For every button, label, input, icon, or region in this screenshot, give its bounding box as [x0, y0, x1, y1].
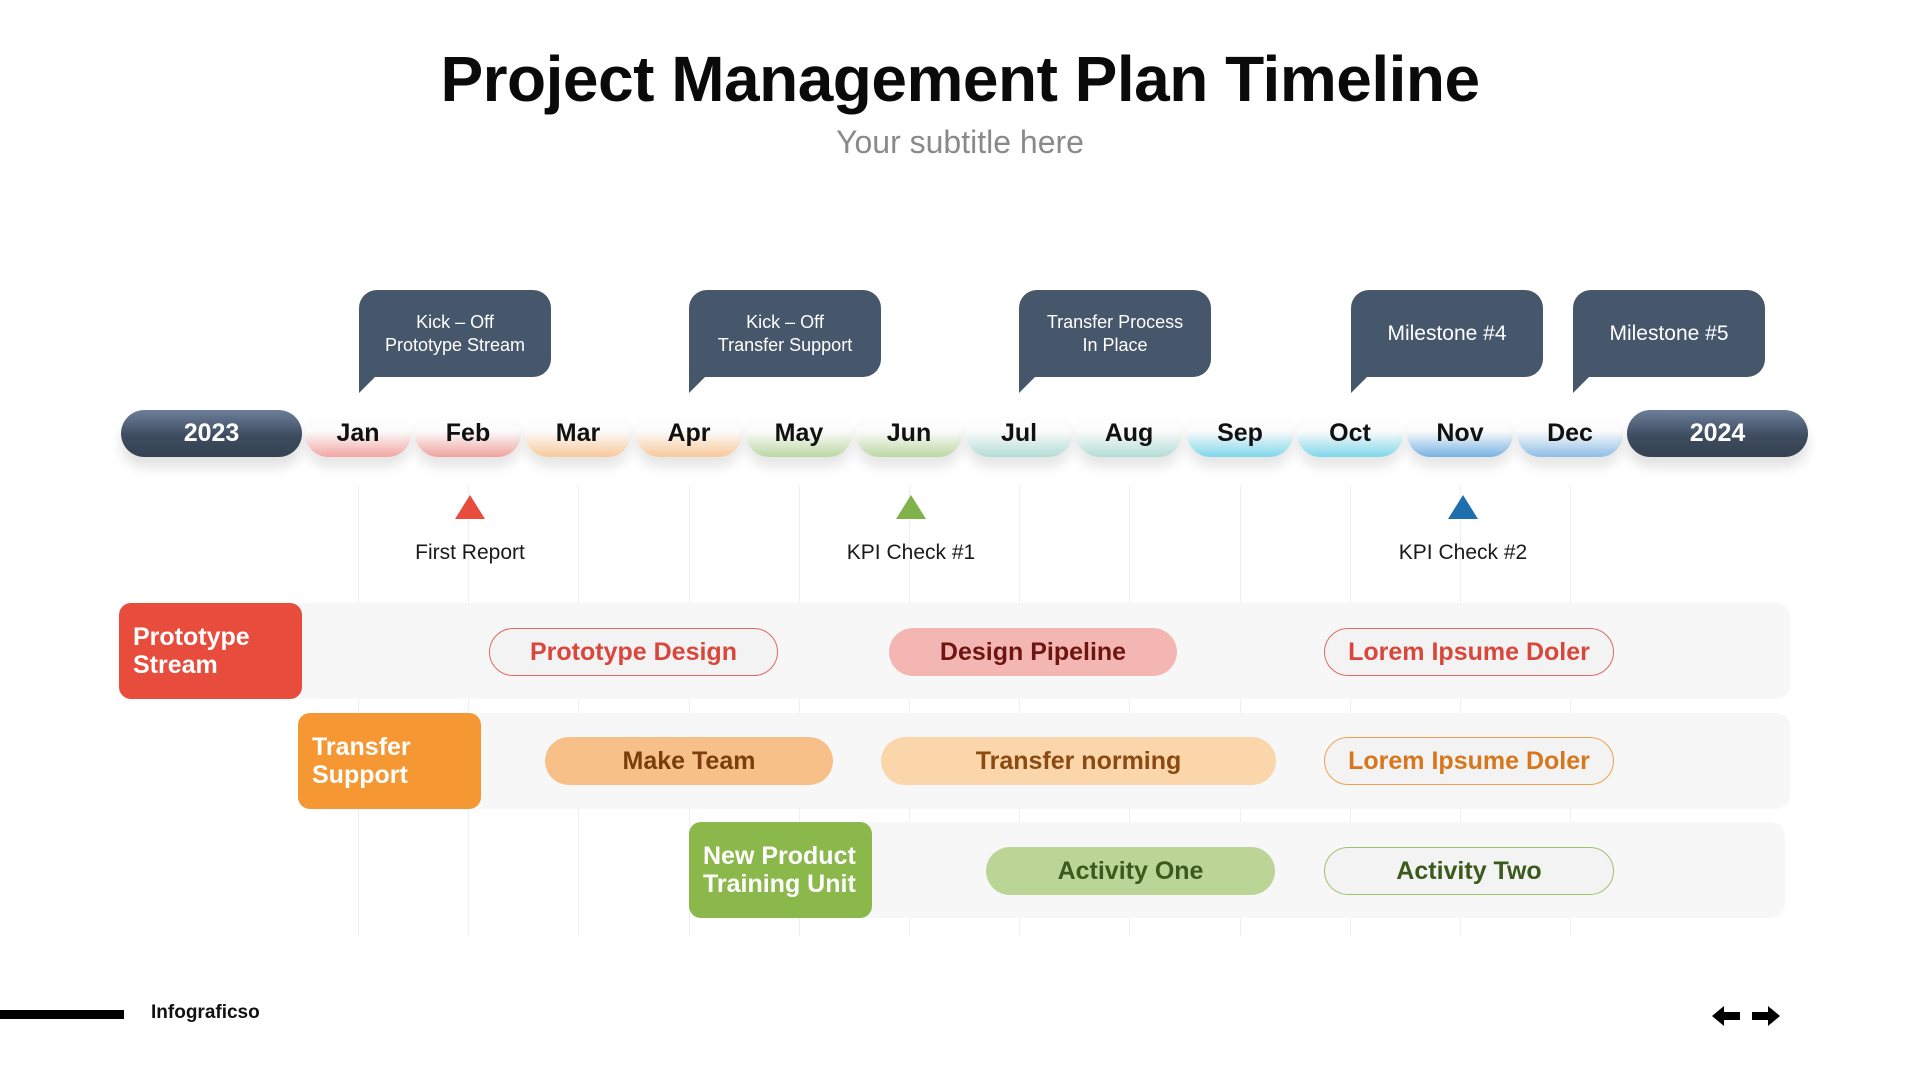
task-pill: Lorem Ipsume Doler — [1324, 737, 1614, 785]
callout-line: Transfer Support — [717, 334, 853, 355]
year-start-pill: 2023 — [121, 410, 302, 457]
month-pill-mar: Mar — [525, 410, 631, 457]
callout-kickoff-transfer: Kick – Off Transfer Support — [689, 290, 881, 393]
month-pill-sep: Sep — [1187, 410, 1293, 457]
callout-line: In Place — [1082, 334, 1148, 355]
callout-line: Kick – Off — [416, 311, 494, 332]
callout-milestone-5: Milestone #5 — [1573, 290, 1765, 393]
callout-transfer-process: Transfer Process In Place — [1019, 290, 1211, 393]
marker-label: First Report — [415, 541, 525, 564]
month-pill-jan: Jan — [305, 410, 411, 457]
callout-milestone-4: Milestone #4 — [1351, 290, 1543, 393]
callout-line: Milestone #5 — [1609, 322, 1729, 345]
year-end-pill: 2024 — [1627, 410, 1808, 457]
month-pill-jun: Jun — [856, 410, 962, 457]
callout-tail — [1573, 377, 1589, 393]
task-pill: Make Team — [545, 737, 833, 785]
stream-label-new-product: New Product Training Unit — [689, 822, 872, 918]
callout-line: Kick – Off — [746, 311, 824, 332]
page-subtitle: Your subtitle here — [836, 124, 1084, 160]
brand-name: Infograficso — [151, 1002, 260, 1023]
callout-line: Milestone #4 — [1387, 322, 1507, 345]
marker-label: KPI Check #1 — [846, 541, 976, 564]
task-pill: Transfer norming — [881, 737, 1276, 785]
callout-kickoff-prototype: Kick – Off Prototype Stream — [359, 290, 551, 393]
callout-line: Transfer Process — [1046, 311, 1184, 332]
month-pill-jul: Jul — [966, 410, 1072, 457]
arrow-right-icon[interactable] — [1750, 1006, 1780, 1026]
marker-label: KPI Check #2 — [1398, 541, 1528, 564]
month-pill-nov: Nov — [1407, 410, 1513, 457]
milestone-triangle-icon — [455, 495, 485, 519]
stream-name: New Product — [703, 842, 856, 870]
month-pill-oct: Oct — [1297, 410, 1403, 457]
stream-label-transfer: Transfer Support — [298, 713, 481, 809]
arrow-left-icon[interactable] — [1712, 1006, 1742, 1026]
task-pill: Design Pipeline — [889, 628, 1177, 676]
callout-tail — [1019, 377, 1035, 393]
month-pill-may: May — [746, 410, 852, 457]
task-pill: Activity Two — [1324, 847, 1614, 895]
month-pill-aug: Aug — [1076, 410, 1182, 457]
stream-row-bg — [800, 822, 1785, 918]
stream-name: Prototype — [133, 623, 250, 651]
callout-tail — [1351, 377, 1367, 393]
milestone-triangle-icon — [1448, 495, 1478, 519]
callout-line: Prototype Stream — [384, 334, 526, 355]
stream-name: Stream — [133, 651, 218, 679]
callout-tail — [359, 377, 375, 393]
task-pill: Activity One — [986, 847, 1275, 895]
stream-name: Training Unit — [703, 870, 856, 898]
month-pill-dec: Dec — [1517, 410, 1623, 457]
month-pill-feb: Feb — [415, 410, 521, 457]
page-title: Project Management Plan Timeline — [440, 43, 1480, 115]
stream-name: Support — [312, 761, 408, 789]
month-pill-apr: Apr — [636, 410, 742, 457]
milestone-triangle-icon — [896, 495, 926, 519]
stream-name: Transfer — [312, 733, 411, 761]
stream-label-prototype: Prototype Stream — [119, 603, 302, 699]
callout-tail — [689, 377, 705, 393]
footer-accent-bar — [0, 1010, 124, 1019]
task-pill: Lorem Ipsume Doler — [1324, 628, 1614, 676]
task-pill: Prototype Design — [489, 628, 778, 676]
